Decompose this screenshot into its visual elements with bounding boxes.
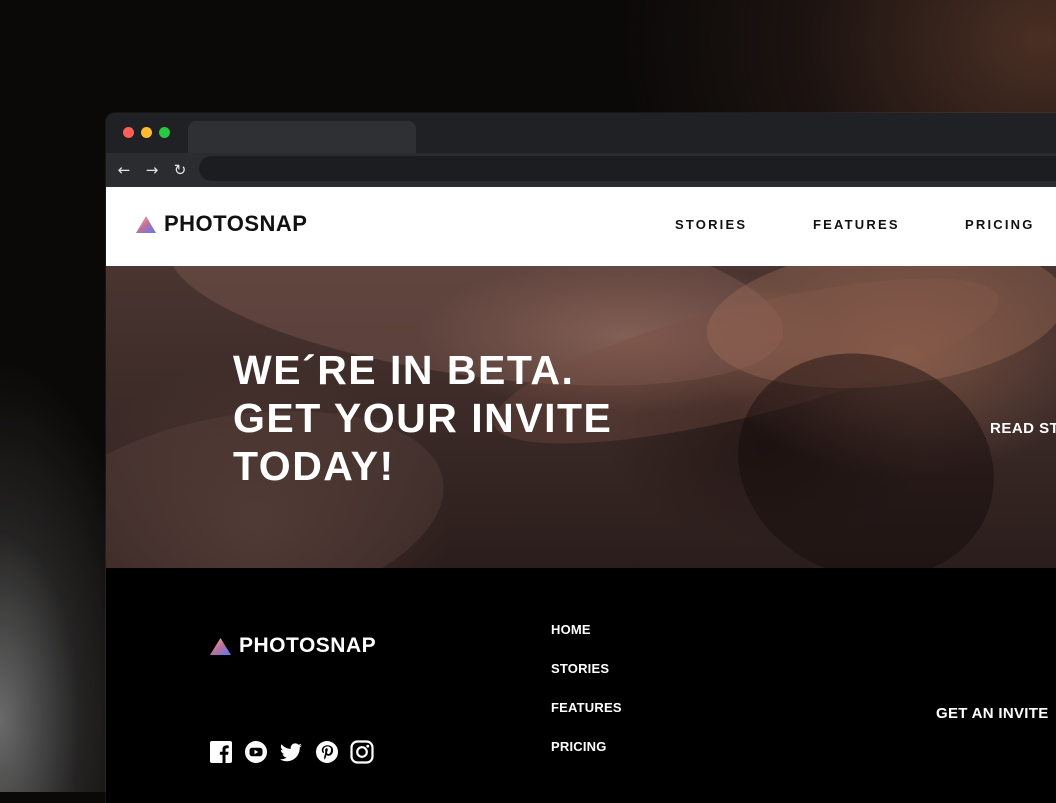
back-arrow-icon[interactable]: ← (113, 159, 135, 181)
website-viewport: PHOTOSNAP STORIES FEATURES PRICING WE´RE… (106, 187, 1056, 803)
reload-icon[interactable]: ↻ (169, 159, 191, 181)
close-window-button[interactable] (123, 127, 134, 138)
site-footer: PHOTOSNAP HOME STORIES FEATURES PRICING … (106, 568, 1056, 803)
hero-title: WE´RE IN BETA. GET YOUR INVITE TODAY! (233, 346, 693, 490)
header-logo[interactable]: PHOTOSNAP (136, 211, 307, 237)
pinterest-icon[interactable] (315, 740, 339, 764)
hero-banner: WE´RE IN BETA. GET YOUR INVITE TODAY! RE… (106, 266, 1056, 568)
site-header: PHOTOSNAP STORIES FEATURES PRICING (106, 187, 1056, 266)
footer-link-home[interactable]: HOME (551, 622, 591, 637)
footer-logo[interactable]: PHOTOSNAP (210, 634, 376, 658)
facebook-icon[interactable] (209, 740, 233, 764)
triangle-logo-icon (136, 215, 156, 233)
hero-title-line: TODAY! (233, 443, 395, 489)
browser-toolbar: ← → ↻ (106, 153, 1056, 187)
hero-title-line: GET YOUR INVITE (233, 395, 613, 441)
instagram-icon[interactable] (350, 740, 374, 764)
minimize-window-button[interactable] (141, 127, 152, 138)
youtube-icon[interactable] (244, 740, 268, 764)
address-bar[interactable] (199, 156, 1056, 181)
nav-stories[interactable]: STORIES (675, 217, 747, 232)
maximize-window-button[interactable] (159, 127, 170, 138)
logo-text: PHOTOSNAP (164, 211, 308, 236)
footer-link-features[interactable]: FEATURES (551, 700, 622, 715)
browser-window: ← → ↻ PHOTOSNAP STORIES FEATURES PRICING… (106, 113, 1056, 803)
footer-link-stories[interactable]: STORIES (551, 661, 609, 676)
triangle-logo-icon (210, 637, 231, 655)
twitter-icon[interactable] (279, 740, 303, 764)
get-invite-link[interactable]: GET AN INVITE (936, 705, 1049, 722)
nav-pricing[interactable]: PRICING (965, 217, 1035, 232)
browser-tab[interactable] (188, 121, 416, 153)
browser-titlebar (106, 113, 1056, 153)
footer-link-pricing[interactable]: PRICING (551, 739, 607, 754)
nav-features[interactable]: FEATURES (813, 217, 900, 232)
read-story-link[interactable]: READ ST (990, 420, 1056, 437)
logo-text: PHOTOSNAP (239, 634, 377, 657)
hero-title-line: WE´RE IN BETA. (233, 347, 575, 393)
forward-arrow-icon[interactable]: → (141, 159, 163, 181)
